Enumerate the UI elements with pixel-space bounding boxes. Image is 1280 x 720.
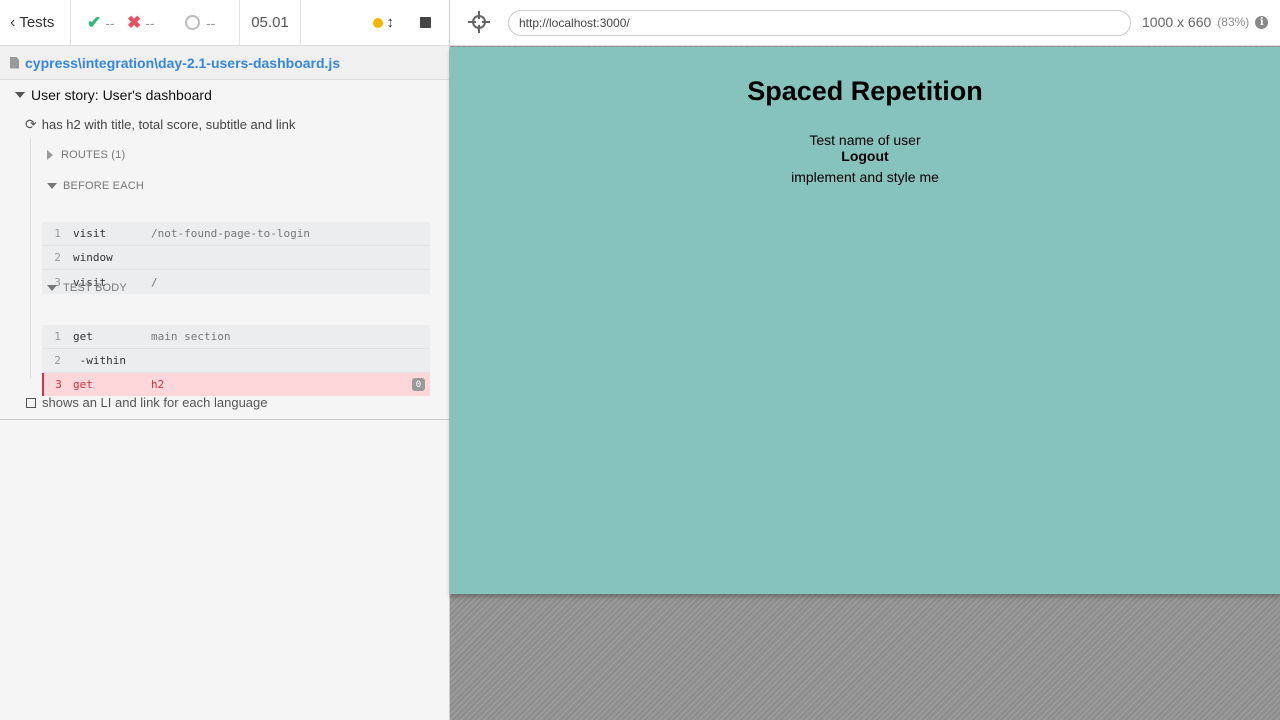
logout-link[interactable]: Logout [450,148,1280,164]
command-number: 3 [55,378,62,391]
viewport-size: 1000 x 660 [1142,14,1212,30]
spec-file-header: cypress\integration\day-2.1-users-dashbo… [0,46,449,80]
caret-down-icon [47,183,57,189]
chevron-left-icon: ‹ [10,13,16,31]
routes-label: ROUTES (1) [61,149,126,161]
pending-value: -- [206,14,216,31]
refresh-icon: ⟳ [25,116,37,132]
test-body-label: TEST BODY [63,282,127,294]
command-message: main section [151,330,231,343]
caret-down-icon [15,92,25,98]
stop-button[interactable] [420,17,431,28]
file-icon [10,56,19,69]
suite-title-text: User story: User's dashboard [31,87,212,103]
test-body-commands: 1 get main section 2 -within 3 get h2 0 [42,325,430,396]
app-under-test-panel: http://localhost:3000/ 1000 x 660 (83%) … [450,0,1280,720]
suite-title[interactable]: User story: User's dashboard [15,87,212,103]
checkbox-icon [26,397,36,408]
url-bar[interactable]: http://localhost:3000/ [508,10,1131,36]
before-each-toggle[interactable]: BEFORE EACH [47,180,144,192]
run-controls: ↕ [301,0,449,45]
viewport-scale: (83%) [1217,15,1250,29]
passed-count: ✔ -- [71,0,127,45]
selector-playground-icon[interactable] [468,11,490,33]
spec-path-link[interactable]: cypress\integration\day-2.1-users-dashbo… [25,55,340,71]
placeholder-text: implement and style me [791,169,939,185]
command-row[interactable]: 2 -within [42,349,430,373]
command-name: visit [73,227,107,240]
viewport-info: 1000 x 660 (83%) i [1142,14,1269,30]
check-icon: ✔ [87,12,102,32]
command-row[interactable]: 1 get main section [42,325,430,349]
failed-count: ✖ -- [127,0,183,45]
test-title-text: has h2 with title, total score, subtitle… [41,117,296,132]
scroll-arrows-icon[interactable]: ↕ [387,14,395,31]
command-name: get [73,330,93,343]
circle-icon [185,15,200,30]
test-title-pending[interactable]: shows an LI and link for each language [26,395,268,410]
reporter-panel: ‹ Tests ✔ -- ✖ -- -- 05.01 ↕ cypress\int… [0,0,450,720]
caret-right-icon [47,150,53,160]
command-number: 2 [54,251,61,264]
command-message: h2 [151,378,165,391]
command-number: 2 [54,354,61,367]
command-row[interactable]: 1 visit /not-found-page-to-login [42,222,430,246]
test-title[interactable]: ⟳ has h2 with title, total score, subtit… [25,116,295,133]
command-name: -within [73,354,126,367]
command-name: get [73,378,93,391]
caret-down-icon [47,285,57,291]
command-message: / [151,275,158,289]
info-icon[interactable]: i [1255,15,1269,29]
passed-value: -- [105,14,115,31]
runnable-list: User story: User's dashboard ⟳ has h2 wi… [0,80,449,420]
test-title-text: shows an LI and link for each language [42,395,268,410]
pending-count: -- [183,0,239,45]
failed-value: -- [145,14,155,31]
routes-toggle[interactable]: ROUTES (1) [47,149,125,161]
command-number: 1 [54,227,61,240]
element-count-badge: 0 [412,378,425,391]
tests-back-button[interactable]: ‹ Tests [0,0,71,45]
duration: 05.01 [239,0,301,45]
running-indicator-icon [372,17,383,28]
app-iframe: Spaced Repetition Test name of user Logo… [450,47,1280,594]
command-message: /not-found-page-to-login [151,227,310,240]
hooks-container: ROUTES (1) BEFORE EACH 1 visit /not-foun… [30,138,430,396]
tests-label: Tests [19,14,55,31]
x-icon: ✖ [127,12,142,32]
command-number: 1 [54,330,61,343]
before-each-label: BEFORE EACH [63,180,145,192]
user-name: Test name of user [809,132,921,148]
test-body-toggle[interactable]: TEST BODY [47,282,127,294]
aut-header: http://localhost:3000/ 1000 x 660 (83%) … [450,0,1280,46]
command-name: window [73,251,113,264]
command-row[interactable]: 2 window [42,246,430,270]
command-row-failed[interactable]: 3 get h2 0 [42,373,430,396]
stats-bar: ‹ Tests ✔ -- ✖ -- -- 05.01 ↕ [0,0,449,46]
app-title: Spaced Repetition [747,76,983,106]
